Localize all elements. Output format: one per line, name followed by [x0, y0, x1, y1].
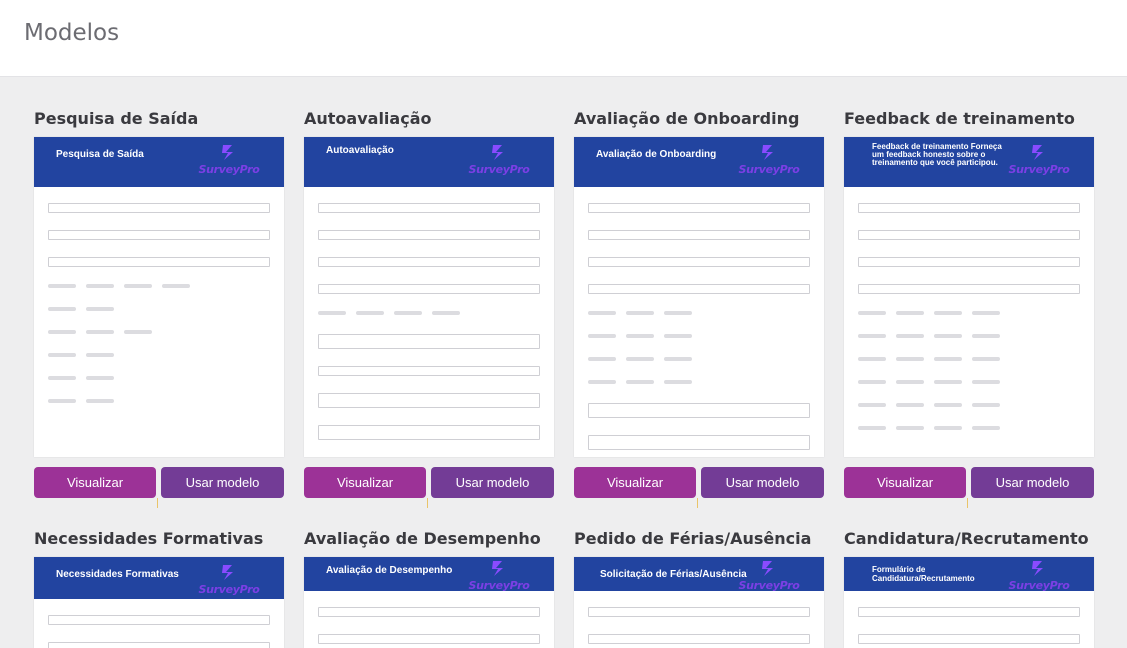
- form-header-title: Feedback de treinamento Forneça um feedb…: [872, 142, 1002, 167]
- template-title: Autoavaliação: [304, 109, 432, 128]
- surveypro-logo: SurveyPro: [464, 143, 534, 179]
- logo-mark-icon: [762, 561, 773, 576]
- logo-mark-icon: [1032, 145, 1043, 160]
- template-preview[interactable]: Pesquisa de Saída SurveyPro: [34, 137, 284, 457]
- template-card: Avaliação de Onboarding Avaliação de Onb…: [574, 108, 824, 508]
- form-header-title: Formulário de Candidatura/Recrutamento: [872, 565, 975, 583]
- form-header: Avaliação de Onboarding SurveyPro: [574, 137, 824, 187]
- surveypro-logo: SurveyPro: [734, 559, 804, 595]
- logo-mark-icon: [492, 561, 503, 576]
- form-questions: [34, 187, 284, 405]
- logo-text: SurveyPro: [468, 163, 530, 176]
- use-template-button[interactable]: Usar modelo: [971, 467, 1094, 498]
- logo-mark-icon: [222, 565, 233, 580]
- logo-mark-icon: [222, 145, 233, 160]
- use-template-button[interactable]: Usar modelo: [161, 467, 284, 498]
- template-title: Avaliação de Desempenho: [304, 529, 541, 548]
- template-title: Candidatura/Recrutamento: [844, 529, 1089, 548]
- template-card: Autoavaliação Autoavaliação SurveyPro Vi…: [304, 108, 554, 508]
- template-preview[interactable]: Avaliação de Desempenho SurveyPro: [304, 557, 554, 648]
- template-title: Feedback de treinamento: [844, 109, 1075, 128]
- logo-text: SurveyPro: [198, 583, 260, 596]
- template-title: Pedido de Férias/Ausência: [574, 529, 812, 548]
- use-template-button[interactable]: Usar modelo: [701, 467, 824, 498]
- logo-text: SurveyPro: [738, 163, 800, 176]
- form-header-title: Pesquisa de Saída: [56, 149, 144, 160]
- template-card: Necessidades Formativas Necessidades For…: [34, 528, 284, 648]
- template-preview[interactable]: Necessidades Formativas SurveyPro: [34, 557, 284, 648]
- form-header: Feedback de treinamento Forneça um feedb…: [844, 137, 1094, 187]
- form-header: Solicitação de Férias/Ausência SurveyPro: [574, 557, 824, 592]
- form-questions: [304, 591, 554, 648]
- surveypro-logo: SurveyPro: [464, 559, 534, 595]
- form-questions: [844, 187, 1094, 432]
- use-template-button[interactable]: Usar modelo: [431, 467, 554, 498]
- logo-mark-icon: [762, 145, 773, 160]
- logo-text: SurveyPro: [738, 579, 800, 592]
- template-card: Pedido de Férias/Ausência Solicitação de…: [574, 528, 824, 648]
- template-preview[interactable]: Autoavaliação SurveyPro: [304, 137, 554, 457]
- template-preview[interactable]: Formulário de Candidatura/Recrutamento S…: [844, 557, 1094, 648]
- view-button[interactable]: Visualizar: [844, 467, 966, 498]
- logo-text: SurveyPro: [1008, 163, 1070, 176]
- template-card: Feedback de treinamento Feedback de trei…: [844, 108, 1094, 508]
- form-header-title: Necessidades Formativas: [56, 569, 179, 580]
- template-card: Avaliação de Desempenho Avaliação de Des…: [304, 528, 554, 648]
- form-header: Formulário de Candidatura/Recrutamento S…: [844, 557, 1094, 592]
- template-preview[interactable]: Feedback de treinamento Forneça um feedb…: [844, 137, 1094, 457]
- form-questions: [844, 591, 1094, 648]
- template-card: Pesquisa de Saída Pesquisa de Saída Surv…: [34, 108, 284, 508]
- form-header: Pesquisa de Saída SurveyPro: [34, 137, 284, 187]
- template-preview[interactable]: Avaliação de Onboarding SurveyPro: [574, 137, 824, 457]
- form-questions: [574, 591, 824, 648]
- template-card: Candidatura/Recrutamento Formulário de C…: [844, 528, 1094, 648]
- page-title: Modelos: [24, 20, 120, 46]
- surveypro-logo: SurveyPro: [1004, 143, 1074, 179]
- surveypro-logo: SurveyPro: [194, 143, 264, 179]
- surveypro-logo: SurveyPro: [194, 563, 264, 599]
- template-preview[interactable]: Solicitação de Férias/Ausência SurveyPro: [574, 557, 824, 648]
- form-header: Autoavaliação SurveyPro: [304, 137, 554, 187]
- view-button[interactable]: Visualizar: [574, 467, 696, 498]
- logo-mark-icon: [492, 145, 503, 160]
- template-title: Necessidades Formativas: [34, 529, 264, 548]
- view-button[interactable]: Visualizar: [304, 467, 426, 498]
- form-questions: [304, 187, 554, 457]
- surveypro-logo: SurveyPro: [734, 143, 804, 179]
- logo-text: SurveyPro: [468, 579, 530, 592]
- form-header-title: Avaliação de Onboarding: [596, 149, 717, 160]
- logo-text: SurveyPro: [198, 163, 260, 176]
- form-header-title: Autoavaliação: [326, 145, 394, 156]
- template-title: Pesquisa de Saída: [34, 109, 199, 128]
- form-questions: [34, 599, 284, 648]
- template-title: Avaliação de Onboarding: [574, 109, 800, 128]
- surveypro-logo: SurveyPro: [1004, 559, 1074, 595]
- logo-text: SurveyPro: [1008, 579, 1070, 592]
- logo-mark-icon: [1032, 561, 1043, 576]
- form-questions: [574, 187, 824, 450]
- form-header: Avaliação de Desempenho SurveyPro: [304, 557, 554, 592]
- page-header: Modelos: [0, 0, 1127, 77]
- form-header: Necessidades Formativas SurveyPro: [34, 557, 284, 599]
- view-button[interactable]: Visualizar: [34, 467, 156, 498]
